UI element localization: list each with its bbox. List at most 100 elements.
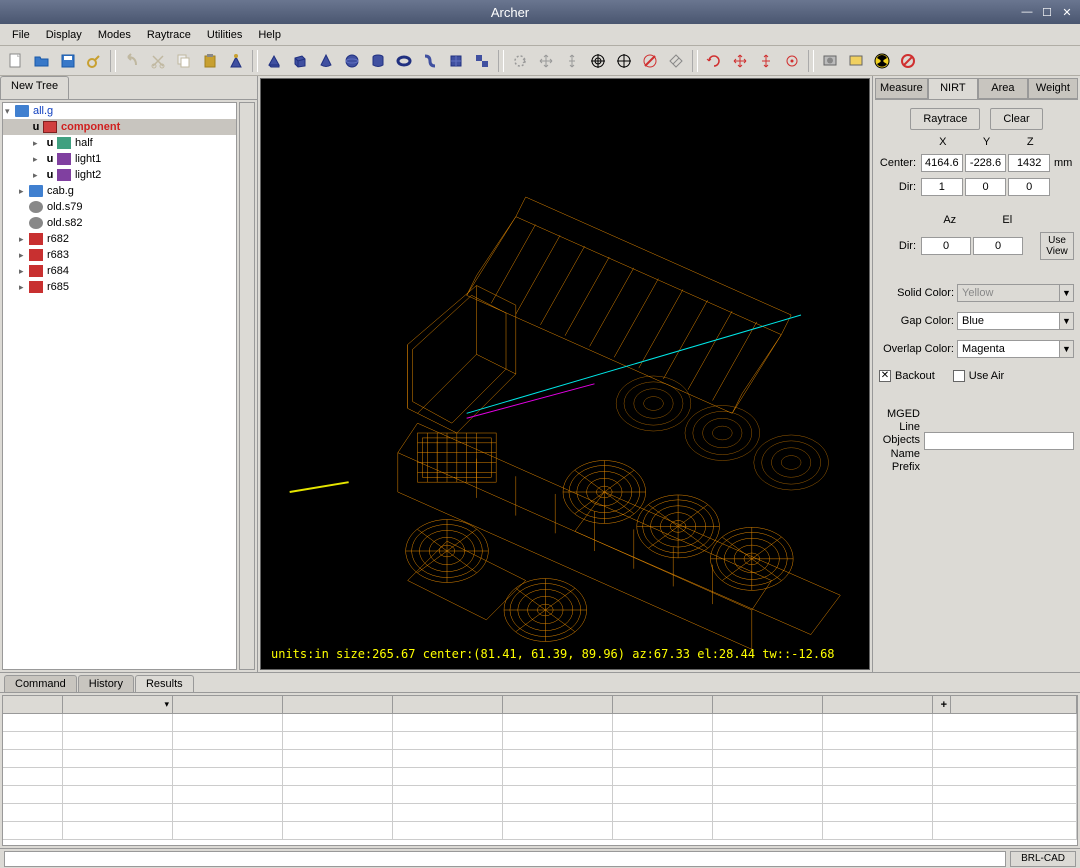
- menu-raytrace[interactable]: Raytrace: [139, 27, 199, 43]
- measure-icon[interactable]: [664, 49, 688, 73]
- raytrace-icon[interactable]: [818, 49, 842, 73]
- tab-area[interactable]: Area: [978, 78, 1028, 99]
- edit-rotate-icon[interactable]: [702, 49, 726, 73]
- edit-scale-icon[interactable]: [754, 49, 778, 73]
- table-cell[interactable]: [283, 768, 393, 785]
- tree-item[interactable]: ▸r682: [3, 231, 236, 247]
- open-icon[interactable]: [30, 49, 54, 73]
- table-cell[interactable]: [393, 714, 503, 731]
- table-cell[interactable]: [173, 786, 283, 803]
- table-cell[interactable]: [173, 822, 283, 839]
- rotate-icon[interactable]: [508, 49, 532, 73]
- arb6-icon[interactable]: [262, 49, 286, 73]
- table-cell[interactable]: [173, 714, 283, 731]
- cut-icon[interactable]: [146, 49, 170, 73]
- column-header[interactable]: [393, 696, 503, 713]
- expand-arrow-icon[interactable]: ▸: [19, 282, 29, 293]
- undo-icon[interactable]: [120, 49, 144, 73]
- table-cell[interactable]: [63, 786, 173, 803]
- tree-scrollbar[interactable]: [239, 102, 255, 670]
- table-cell[interactable]: [613, 768, 713, 785]
- table-cell[interactable]: [393, 804, 503, 821]
- dir-z-input[interactable]: [1008, 178, 1050, 196]
- table-cell[interactable]: [713, 732, 823, 749]
- table-cell[interactable]: [63, 732, 173, 749]
- table-cell[interactable]: [283, 714, 393, 731]
- viewport-3d[interactable]: units:in size:265.67 center:(81.41, 61.3…: [260, 78, 870, 670]
- table-cell[interactable]: [3, 750, 63, 767]
- add-column-button[interactable]: +: [933, 696, 951, 713]
- clear-fb-icon[interactable]: [896, 49, 920, 73]
- tab-new-tree[interactable]: New Tree: [0, 76, 69, 99]
- table-cell[interactable]: [63, 714, 173, 731]
- menu-display[interactable]: Display: [38, 27, 90, 43]
- table-cell[interactable]: [823, 822, 933, 839]
- pipe-icon[interactable]: [418, 49, 442, 73]
- column-header[interactable]: [173, 696, 283, 713]
- menu-modes[interactable]: Modes: [90, 27, 139, 43]
- nocenter-icon[interactable]: [638, 49, 662, 73]
- table-cell[interactable]: [63, 750, 173, 767]
- new-icon[interactable]: [4, 49, 28, 73]
- table-cell[interactable]: [283, 804, 393, 821]
- table-cell[interactable]: [393, 768, 503, 785]
- scale-icon[interactable]: [560, 49, 584, 73]
- table-cell[interactable]: [3, 768, 63, 785]
- minimize-button[interactable]: —: [1018, 4, 1036, 20]
- tree-item[interactable]: ▸r685: [3, 279, 236, 295]
- table-cell[interactable]: [3, 732, 63, 749]
- tree-item[interactable]: ▸ulight1: [3, 151, 236, 167]
- tree-view[interactable]: ▾all.gucomponent▸uhalf▸ulight1▸ulight2▸c…: [2, 102, 237, 670]
- expand-arrow-icon[interactable]: ▸: [33, 154, 43, 165]
- maximize-button[interactable]: ☐: [1038, 4, 1056, 20]
- useair-checkbox[interactable]: Use Air: [953, 370, 1004, 382]
- center-y-input[interactable]: [965, 154, 1007, 172]
- save-icon[interactable]: [56, 49, 80, 73]
- table-cell[interactable]: [173, 750, 283, 767]
- table-cell[interactable]: [173, 768, 283, 785]
- menu-file[interactable]: File: [4, 27, 38, 43]
- menu-utilities[interactable]: Utilities: [199, 27, 250, 43]
- raytrace-button[interactable]: Raytrace: [910, 108, 980, 130]
- tree-item[interactable]: ▾all.g: [3, 103, 236, 119]
- column-header[interactable]: [713, 696, 823, 713]
- table-cell[interactable]: [503, 750, 613, 767]
- table-cell[interactable]: [823, 750, 933, 767]
- expand-arrow-icon[interactable]: ▸: [33, 170, 43, 181]
- tree-item[interactable]: ▸cab.g: [3, 183, 236, 199]
- expand-arrow-icon[interactable]: ▾: [5, 106, 15, 117]
- table-cell[interactable]: [503, 714, 613, 731]
- table-cell[interactable]: [613, 786, 713, 803]
- el-input[interactable]: [973, 237, 1023, 255]
- torus-icon[interactable]: [392, 49, 416, 73]
- fb-icon[interactable]: [844, 49, 868, 73]
- tree-item[interactable]: ▸r683: [3, 247, 236, 263]
- cylinder-icon[interactable]: [366, 49, 390, 73]
- table-row[interactable]: [3, 804, 1077, 822]
- tree-item[interactable]: ▸ulight2: [3, 167, 236, 183]
- expand-arrow-icon[interactable]: ▸: [19, 266, 29, 277]
- az-input[interactable]: [921, 237, 971, 255]
- edit-translate-icon[interactable]: [728, 49, 752, 73]
- backout-checkbox[interactable]: ✕Backout: [879, 370, 935, 382]
- table-cell[interactable]: [393, 822, 503, 839]
- table-cell[interactable]: [713, 750, 823, 767]
- table-cell[interactable]: [503, 822, 613, 839]
- dir-y-input[interactable]: [965, 178, 1007, 196]
- dir-x-input[interactable]: [921, 178, 963, 196]
- table-cell[interactable]: [283, 822, 393, 839]
- table-cell[interactable]: [713, 714, 823, 731]
- center-icon[interactable]: [586, 49, 610, 73]
- tab-history[interactable]: History: [78, 675, 134, 692]
- table-cell[interactable]: [3, 714, 63, 731]
- table-cell[interactable]: [613, 750, 713, 767]
- table-cell[interactable]: [613, 732, 713, 749]
- table-cell[interactable]: [713, 768, 823, 785]
- table-cell[interactable]: [3, 822, 63, 839]
- expand-arrow-icon[interactable]: ▸: [19, 234, 29, 245]
- overlap-color-arrow[interactable]: ▼: [1060, 340, 1074, 358]
- table-cell[interactable]: [823, 804, 933, 821]
- nuclear-icon[interactable]: [870, 49, 894, 73]
- table-cell[interactable]: [283, 750, 393, 767]
- column-header[interactable]: [613, 696, 713, 713]
